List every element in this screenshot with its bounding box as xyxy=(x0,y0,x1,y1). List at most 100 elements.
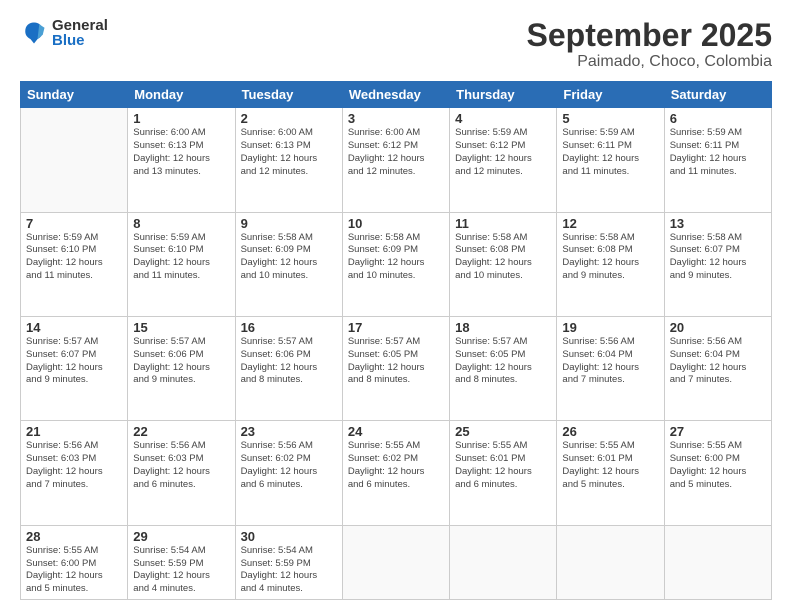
day-number: 10 xyxy=(348,216,444,231)
table-cell: 22Sunrise: 5:56 AMSunset: 6:03 PMDayligh… xyxy=(128,421,235,525)
day-number: 11 xyxy=(455,216,551,231)
table-cell: 12Sunrise: 5:58 AMSunset: 6:08 PMDayligh… xyxy=(557,212,664,316)
table-cell: 19Sunrise: 5:56 AMSunset: 6:04 PMDayligh… xyxy=(557,316,664,420)
header-thursday: Thursday xyxy=(450,82,557,108)
day-number: 20 xyxy=(670,320,766,335)
header-saturday: Saturday xyxy=(664,82,771,108)
table-cell: 7Sunrise: 5:59 AMSunset: 6:10 PMDaylight… xyxy=(21,212,128,316)
day-number: 14 xyxy=(26,320,122,335)
table-cell: 20Sunrise: 5:56 AMSunset: 6:04 PMDayligh… xyxy=(664,316,771,420)
day-number: 2 xyxy=(241,111,337,126)
table-cell: 17Sunrise: 5:57 AMSunset: 6:05 PMDayligh… xyxy=(342,316,449,420)
day-number: 16 xyxy=(241,320,337,335)
table-cell xyxy=(450,525,557,599)
month-title: September 2025 xyxy=(527,18,772,53)
day-number: 8 xyxy=(133,216,229,231)
day-info: Sunrise: 5:55 AMSunset: 6:00 PMDaylight:… xyxy=(26,545,122,596)
day-info: Sunrise: 5:57 AMSunset: 6:06 PMDaylight:… xyxy=(133,336,229,387)
table-cell: 6Sunrise: 5:59 AMSunset: 6:11 PMDaylight… xyxy=(664,108,771,212)
day-info: Sunrise: 5:58 AMSunset: 6:07 PMDaylight:… xyxy=(670,232,766,283)
day-info: Sunrise: 5:55 AMSunset: 6:01 PMDaylight:… xyxy=(455,440,551,491)
day-number: 26 xyxy=(562,424,658,439)
day-number: 18 xyxy=(455,320,551,335)
table-cell: 21Sunrise: 5:56 AMSunset: 6:03 PMDayligh… xyxy=(21,421,128,525)
day-info: Sunrise: 5:54 AMSunset: 5:59 PMDaylight:… xyxy=(133,545,229,596)
day-number: 9 xyxy=(241,216,337,231)
week-row-3: 14Sunrise: 5:57 AMSunset: 6:07 PMDayligh… xyxy=(21,316,772,420)
table-cell: 25Sunrise: 5:55 AMSunset: 6:01 PMDayligh… xyxy=(450,421,557,525)
logo-general-text: General xyxy=(52,18,108,33)
day-info: Sunrise: 5:56 AMSunset: 6:02 PMDaylight:… xyxy=(241,440,337,491)
location-title: Paimado, Choco, Colombia xyxy=(527,53,772,71)
header-sunday: Sunday xyxy=(21,82,128,108)
day-info: Sunrise: 5:55 AMSunset: 6:01 PMDaylight:… xyxy=(562,440,658,491)
day-number: 5 xyxy=(562,111,658,126)
table-cell: 13Sunrise: 5:58 AMSunset: 6:07 PMDayligh… xyxy=(664,212,771,316)
day-info: Sunrise: 5:59 AMSunset: 6:11 PMDaylight:… xyxy=(670,127,766,178)
table-cell: 27Sunrise: 5:55 AMSunset: 6:00 PMDayligh… xyxy=(664,421,771,525)
table-cell: 3Sunrise: 6:00 AMSunset: 6:12 PMDaylight… xyxy=(342,108,449,212)
day-info: Sunrise: 5:58 AMSunset: 6:08 PMDaylight:… xyxy=(562,232,658,283)
table-cell: 2Sunrise: 6:00 AMSunset: 6:13 PMDaylight… xyxy=(235,108,342,212)
weekday-header-row: Sunday Monday Tuesday Wednesday Thursday… xyxy=(21,82,772,108)
day-number: 3 xyxy=(348,111,444,126)
table-cell: 9Sunrise: 5:58 AMSunset: 6:09 PMDaylight… xyxy=(235,212,342,316)
header-friday: Friday xyxy=(557,82,664,108)
logo: General Blue xyxy=(20,18,108,48)
day-info: Sunrise: 5:57 AMSunset: 6:05 PMDaylight:… xyxy=(455,336,551,387)
day-number: 6 xyxy=(670,111,766,126)
day-number: 12 xyxy=(562,216,658,231)
table-cell: 28Sunrise: 5:55 AMSunset: 6:00 PMDayligh… xyxy=(21,525,128,599)
day-number: 22 xyxy=(133,424,229,439)
day-number: 29 xyxy=(133,529,229,544)
day-info: Sunrise: 5:58 AMSunset: 6:09 PMDaylight:… xyxy=(348,232,444,283)
day-number: 30 xyxy=(241,529,337,544)
day-number: 13 xyxy=(670,216,766,231)
logo-text: General Blue xyxy=(52,18,108,48)
table-cell: 15Sunrise: 5:57 AMSunset: 6:06 PMDayligh… xyxy=(128,316,235,420)
day-info: Sunrise: 6:00 AMSunset: 6:13 PMDaylight:… xyxy=(241,127,337,178)
table-cell: 16Sunrise: 5:57 AMSunset: 6:06 PMDayligh… xyxy=(235,316,342,420)
header-tuesday: Tuesday xyxy=(235,82,342,108)
day-info: Sunrise: 5:56 AMSunset: 6:04 PMDaylight:… xyxy=(562,336,658,387)
day-info: Sunrise: 5:57 AMSunset: 6:07 PMDaylight:… xyxy=(26,336,122,387)
day-number: 24 xyxy=(348,424,444,439)
day-info: Sunrise: 6:00 AMSunset: 6:13 PMDaylight:… xyxy=(133,127,229,178)
table-cell: 1Sunrise: 6:00 AMSunset: 6:13 PMDaylight… xyxy=(128,108,235,212)
day-info: Sunrise: 5:54 AMSunset: 5:59 PMDaylight:… xyxy=(241,545,337,596)
day-info: Sunrise: 5:59 AMSunset: 6:12 PMDaylight:… xyxy=(455,127,551,178)
day-number: 27 xyxy=(670,424,766,439)
day-info: Sunrise: 5:55 AMSunset: 6:02 PMDaylight:… xyxy=(348,440,444,491)
week-row-5: 28Sunrise: 5:55 AMSunset: 6:00 PMDayligh… xyxy=(21,525,772,599)
table-cell: 4Sunrise: 5:59 AMSunset: 6:12 PMDaylight… xyxy=(450,108,557,212)
day-number: 7 xyxy=(26,216,122,231)
table-cell: 30Sunrise: 5:54 AMSunset: 5:59 PMDayligh… xyxy=(235,525,342,599)
day-number: 28 xyxy=(26,529,122,544)
table-cell xyxy=(557,525,664,599)
day-number: 19 xyxy=(562,320,658,335)
table-cell: 18Sunrise: 5:57 AMSunset: 6:05 PMDayligh… xyxy=(450,316,557,420)
table-cell: 8Sunrise: 5:59 AMSunset: 6:10 PMDaylight… xyxy=(128,212,235,316)
week-row-1: 1Sunrise: 6:00 AMSunset: 6:13 PMDaylight… xyxy=(21,108,772,212)
day-number: 15 xyxy=(133,320,229,335)
day-info: Sunrise: 5:56 AMSunset: 6:03 PMDaylight:… xyxy=(133,440,229,491)
table-cell: 14Sunrise: 5:57 AMSunset: 6:07 PMDayligh… xyxy=(21,316,128,420)
day-info: Sunrise: 5:58 AMSunset: 6:08 PMDaylight:… xyxy=(455,232,551,283)
day-info: Sunrise: 5:59 AMSunset: 6:10 PMDaylight:… xyxy=(133,232,229,283)
header-wednesday: Wednesday xyxy=(342,82,449,108)
day-info: Sunrise: 6:00 AMSunset: 6:12 PMDaylight:… xyxy=(348,127,444,178)
table-cell: 10Sunrise: 5:58 AMSunset: 6:09 PMDayligh… xyxy=(342,212,449,316)
table-cell: 26Sunrise: 5:55 AMSunset: 6:01 PMDayligh… xyxy=(557,421,664,525)
day-number: 4 xyxy=(455,111,551,126)
day-info: Sunrise: 5:57 AMSunset: 6:06 PMDaylight:… xyxy=(241,336,337,387)
table-cell: 11Sunrise: 5:58 AMSunset: 6:08 PMDayligh… xyxy=(450,212,557,316)
logo-icon xyxy=(20,19,48,47)
day-info: Sunrise: 5:59 AMSunset: 6:10 PMDaylight:… xyxy=(26,232,122,283)
day-info: Sunrise: 5:58 AMSunset: 6:09 PMDaylight:… xyxy=(241,232,337,283)
week-row-4: 21Sunrise: 5:56 AMSunset: 6:03 PMDayligh… xyxy=(21,421,772,525)
calendar-table: Sunday Monday Tuesday Wednesday Thursday… xyxy=(20,81,772,600)
day-number: 17 xyxy=(348,320,444,335)
table-cell: 29Sunrise: 5:54 AMSunset: 5:59 PMDayligh… xyxy=(128,525,235,599)
header: General Blue September 2025 Paimado, Cho… xyxy=(20,18,772,71)
logo-blue-text: Blue xyxy=(52,33,108,48)
